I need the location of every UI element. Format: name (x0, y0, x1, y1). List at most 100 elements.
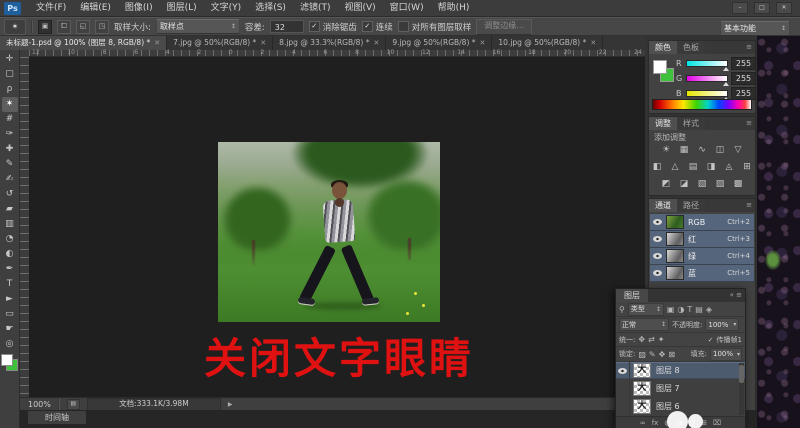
blur-tool-icon[interactable]: ◔ (2, 232, 18, 247)
history-brush-tool-icon[interactable]: ↺ (2, 187, 18, 202)
collapse-icon[interactable]: « (730, 291, 734, 299)
anti-alias-checkbox[interactable]: ✓ 消除锯齿 (309, 21, 357, 33)
tab-color[interactable]: 颜色 (649, 41, 677, 54)
doc-tab-9[interactable]: 9.jpg @ 50%(RGB/8) * ✕ (386, 36, 492, 50)
filter-type-select[interactable]: 类型 ↕ (628, 303, 664, 316)
selection-add-icon[interactable]: ⧠ (57, 20, 71, 34)
tolerance-input[interactable]: 32 (270, 20, 304, 33)
filter-shape-icon[interactable]: ▤ (695, 305, 703, 314)
visibility-eye-icon[interactable] (653, 253, 662, 259)
panel-menu-icon[interactable]: ≡ (746, 119, 752, 127)
doc-tab-7[interactable]: 7.jpg @ 50%(RGB/8) * ✕ (167, 36, 273, 50)
workspace-select[interactable]: 基本功能 ↕ (720, 21, 790, 36)
doc-tab-10[interactable]: 10.jpg @ 50%(RGB/8) * ✕ (492, 36, 603, 50)
sample-all-layers-checkbox[interactable]: 对所有图层取样 (398, 21, 472, 33)
close-button[interactable]: ✕ (776, 2, 792, 14)
healing-brush-tool-icon[interactable]: ✚ (2, 142, 18, 157)
tab-timeline[interactable]: 时间轴 (28, 411, 86, 424)
tab-close-icon[interactable]: ✕ (260, 36, 266, 50)
menu-type[interactable]: 文字(Y) (204, 0, 249, 16)
shape-tool-icon[interactable]: ▭ (2, 307, 18, 322)
sample-size-select[interactable]: 取样点 ↕ (156, 19, 240, 34)
visibility-toggle[interactable] (616, 398, 630, 415)
panel-menu-icon[interactable]: ≡ (746, 201, 752, 209)
foreground-color-swatch[interactable] (653, 60, 667, 74)
tab-channels[interactable]: 通道 (649, 199, 677, 212)
hue-saturation-icon[interactable]: ◧ (651, 161, 664, 174)
selection-new-icon[interactable]: ▣ (38, 20, 52, 34)
selective-color-icon[interactable]: ▩ (732, 178, 745, 191)
channel-mixer-icon[interactable]: ◬ (723, 161, 736, 174)
doc-tab-8[interactable]: 8.jpg @ 33.3%(RGB/8) * ✕ (273, 36, 386, 50)
type-tool-icon[interactable]: T (2, 277, 18, 292)
threshold-icon[interactable]: ▧ (696, 178, 709, 191)
visibility-toggle[interactable] (616, 362, 630, 379)
lasso-tool-icon[interactable]: ρ (2, 82, 18, 97)
status-menu-arrow-icon[interactable]: ▶ (228, 401, 233, 408)
selection-subtract-icon[interactable]: ◱ (76, 20, 90, 34)
tab-layers[interactable]: 图层 (616, 289, 648, 302)
visibility-toggle[interactable] (616, 380, 630, 397)
unify-position-icon[interactable]: ✥ (638, 335, 645, 344)
color-spectrum-bar[interactable] (652, 99, 752, 110)
red-text-layer[interactable]: 关闭文字眼睛 (179, 325, 499, 386)
menu-layer[interactable]: 图层(L) (160, 0, 204, 16)
lock-all-icon[interactable]: ⊠ (668, 350, 675, 359)
layer-row-7[interactable]: 大 图层 7 (616, 380, 745, 397)
tab-swatches[interactable]: 色板 (677, 41, 705, 54)
menu-image[interactable]: 图像(I) (118, 0, 160, 16)
visibility-eye-icon[interactable] (653, 219, 662, 225)
menu-help[interactable]: 帮助(H) (431, 0, 477, 16)
minimize-button[interactable]: – (732, 2, 748, 14)
visibility-eye-icon[interactable] (653, 236, 662, 242)
lock-pixels-icon[interactable]: ✎ (649, 350, 656, 359)
green-slider[interactable] (686, 75, 728, 82)
canvas-area[interactable]: 关闭文字眼睛 (29, 57, 645, 397)
levels-icon[interactable]: ▦ (678, 144, 691, 157)
clone-stamp-tool-icon[interactable]: ✍ (2, 172, 18, 187)
brush-tool-icon[interactable]: ✎ (2, 157, 18, 172)
selection-intersect-icon[interactable]: ◳ (95, 20, 109, 34)
green-value[interactable]: 255 (731, 72, 756, 85)
red-value[interactable]: 255 (731, 57, 756, 70)
invert-icon[interactable]: ◩ (660, 178, 673, 191)
move-tool-icon[interactable]: ✛ (2, 52, 18, 67)
red-slider[interactable] (686, 60, 728, 67)
channel-row-blue[interactable]: 蓝 Ctrl+5 (650, 265, 754, 282)
menu-edit[interactable]: 编辑(E) (73, 0, 118, 16)
color-swatches[interactable] (1, 354, 18, 371)
vibrance-icon[interactable]: ▽ (732, 144, 745, 157)
contiguous-checkbox[interactable]: ✓ 连续 (362, 21, 393, 33)
menu-file[interactable]: 文件(F) (29, 0, 73, 16)
tab-close-icon[interactable]: ✕ (480, 36, 486, 50)
filter-pixel-icon[interactable]: ▣ (667, 305, 675, 314)
color-balance-icon[interactable]: △ (669, 161, 682, 174)
exposure-icon[interactable]: ◫ (714, 144, 727, 157)
lock-transparency-icon[interactable]: ▨ (638, 350, 646, 359)
eyedropper-tool-icon[interactable]: ✑ (2, 127, 18, 142)
magic-wand-preset-icon[interactable]: ✶ (4, 19, 26, 35)
zoom-level[interactable]: 100% (28, 400, 51, 409)
tab-styles[interactable]: 样式 (677, 117, 705, 130)
visibility-eye-icon[interactable] (653, 270, 662, 276)
layer-style-icon[interactable]: fx (652, 419, 659, 427)
tab-paths[interactable]: 路径 (677, 199, 705, 212)
brightness-contrast-icon[interactable]: ☀ (660, 144, 673, 157)
panel-collapse-icon[interactable]: « ≡ (730, 291, 742, 299)
blue-value[interactable]: 255 (731, 87, 756, 100)
layer-row-8[interactable]: 大 图层 8 (616, 362, 745, 379)
hand-tool-icon[interactable]: ☛ (2, 322, 18, 337)
tab-close-icon[interactable]: ✕ (154, 36, 160, 50)
unify-visibility-icon[interactable]: ⇄ (648, 335, 655, 344)
black-white-icon[interactable]: ▤ (687, 161, 700, 174)
path-selection-tool-icon[interactable]: ► (2, 292, 18, 307)
slider-marker[interactable] (723, 67, 729, 71)
panel-menu-icon[interactable]: ≡ (736, 291, 742, 299)
curves-icon[interactable]: ∿ (696, 144, 709, 157)
document-image[interactable] (218, 142, 440, 322)
zoom-tool-icon[interactable]: ◎ (2, 337, 18, 352)
menu-select[interactable]: 选择(S) (248, 0, 293, 16)
opacity-field[interactable]: 100% ▾ (705, 318, 739, 331)
menu-view[interactable]: 视图(V) (337, 0, 382, 16)
filter-type-icon[interactable]: T (687, 305, 692, 314)
